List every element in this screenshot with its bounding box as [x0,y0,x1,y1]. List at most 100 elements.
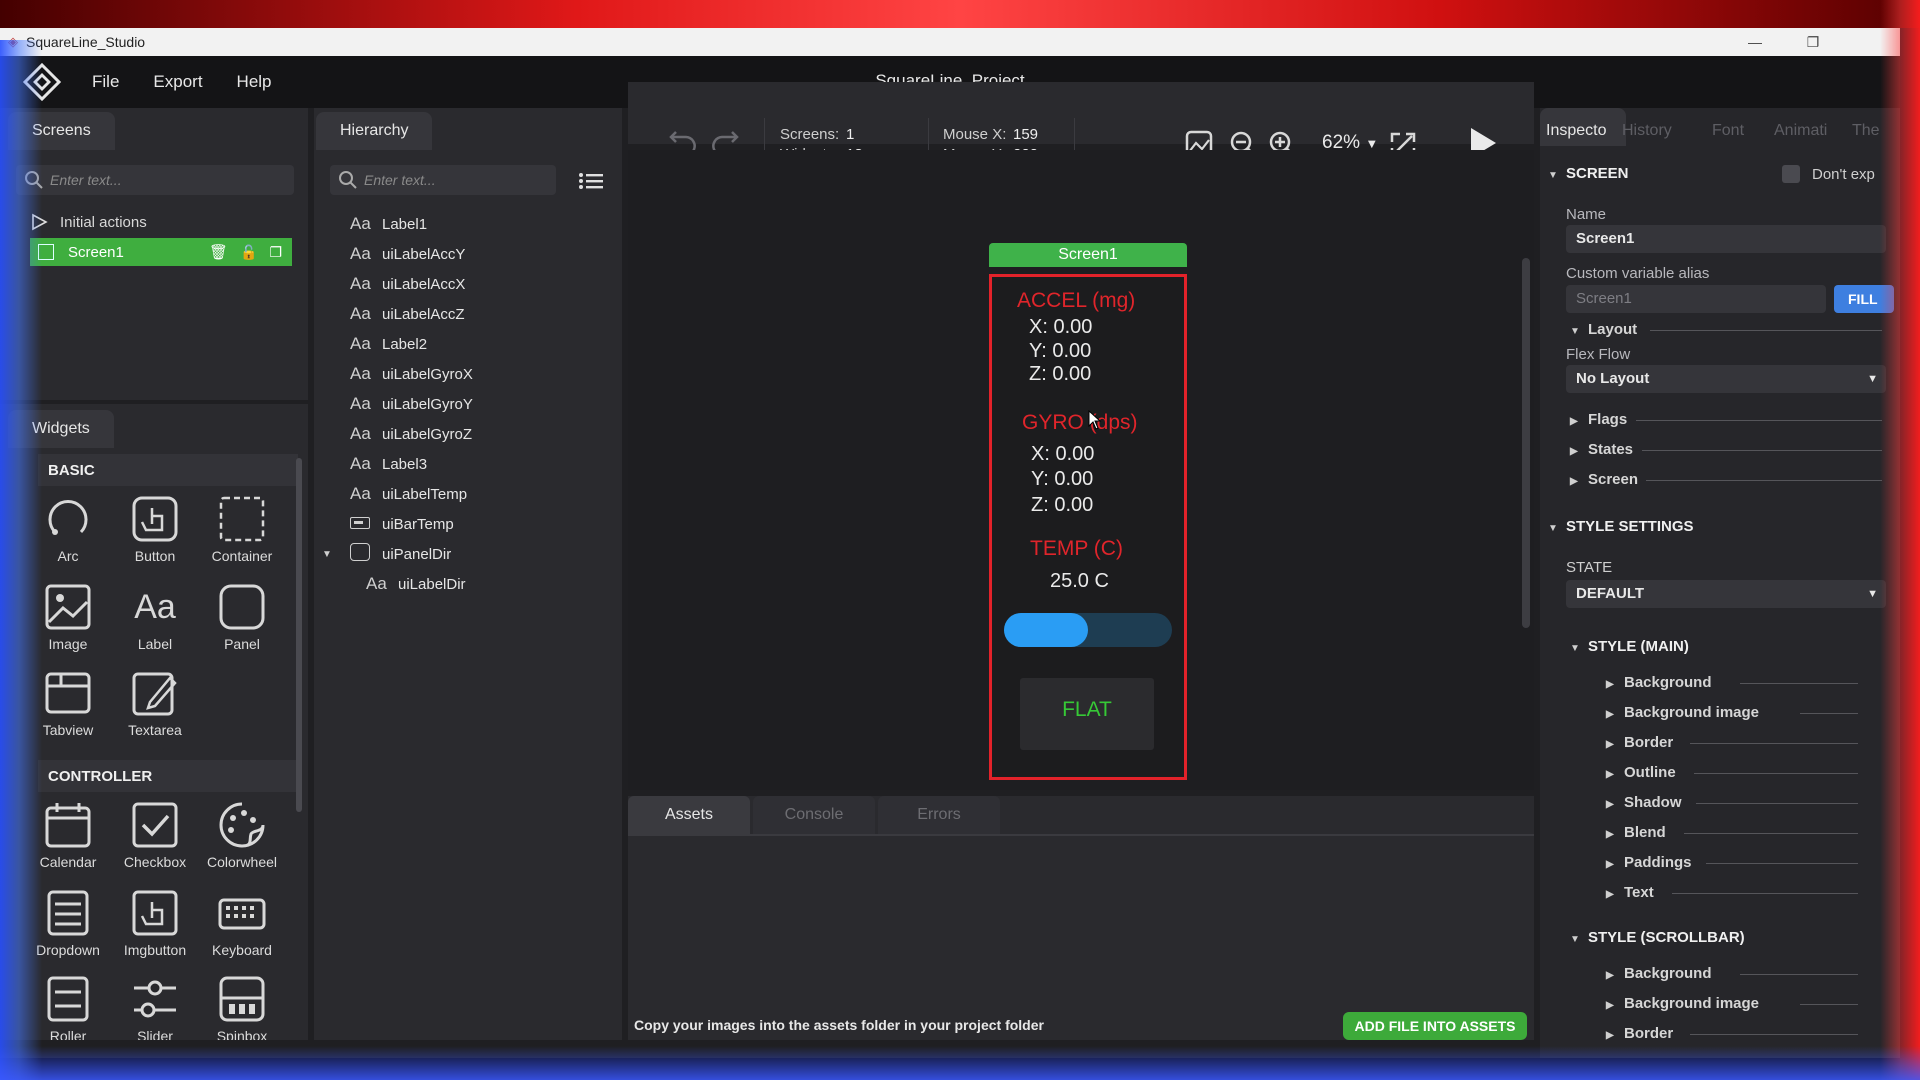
flex-flow-select[interactable]: No Layout ▼ [1566,365,1886,393]
hierarchy-item[interactable]: Aa uiLabelAccY [350,241,465,267]
initial-actions-item[interactable]: Initial actions [30,208,147,236]
accel-x-value[interactable]: X: 0.00 [1029,316,1092,339]
canvas-scrollbar[interactable] [1522,258,1530,628]
hierarchy-item[interactable]: Aa uiLabelGyroX [350,361,473,387]
gyro-y-value[interactable]: Y: 0.00 [1031,468,1093,491]
style-scrollbar-item[interactable]: ▶ Background [1606,965,1712,982]
tab-errors[interactable]: Errors [878,796,1000,834]
widget-calendar[interactable]: Calendar [25,800,111,880]
name-input[interactable]: Screen1 [1566,225,1886,253]
gyro-z-value[interactable]: Z: 0.00 [1031,494,1093,517]
widget-dropdown[interactable]: Dropdown [25,888,111,968]
style-main-item[interactable]: ▶ Paddings [1606,854,1692,871]
style-scrollbar-item[interactable]: ▶ Background image [1606,995,1759,1012]
duplicate-icon[interactable]: ❐ [269,244,282,261]
slider-icon [134,980,176,1018]
style-main-item[interactable]: ▶ Background image [1606,704,1759,721]
restore-button[interactable]: ❐ [1784,34,1842,51]
minimize-button[interactable]: — [1726,34,1784,50]
add-file-into-assets-button[interactable]: ADD FILE INTO ASSETS [1343,1012,1527,1040]
widget-roller[interactable]: Roller [25,974,111,1040]
lock-icon[interactable]: 🔓 [240,244,257,261]
style-main-item[interactable]: ▶ Outline [1606,764,1676,781]
widget-arc[interactable]: Arc [25,494,111,574]
widget-container[interactable]: Container [199,494,285,574]
hierarchy-item[interactable]: ▼ uiPanelDir [322,541,451,567]
widget-imgbutton[interactable]: Imgbutton [112,888,198,968]
expand-arrow-icon[interactable]: ▼ [322,549,350,560]
menu-export[interactable]: Export [153,72,202,92]
menu-file[interactable]: File [92,72,119,92]
style-scrollbar-section[interactable]: ▼ STYLE (SCROLLBAR) [1570,929,1745,946]
hierarchy-item[interactable]: Aa Label2 [350,331,427,357]
hierarchy-item[interactable]: Aa uiLabelDir [366,571,466,597]
dont-export-checkbox[interactable] [1782,165,1800,183]
alias-input[interactable]: Screen1 [1566,285,1826,313]
hierarchy-item[interactable]: Aa Label1 [350,211,427,237]
states-section[interactable]: ▶ States [1570,441,1633,458]
delete-icon[interactable]: 🗑 [209,243,228,261]
tab-hierarchy[interactable]: Hierarchy [316,112,433,150]
style-settings-label: STYLE SETTINGS [1566,518,1694,535]
style-main-section[interactable]: ▼ STYLE (MAIN) [1570,638,1689,655]
widget-spinbox[interactable]: Spinbox [199,974,285,1040]
widget-label[interactable]: Aa Label [112,582,198,662]
flags-section[interactable]: ▶ Flags [1570,411,1627,428]
gyro-x-value[interactable]: X: 0.00 [1031,443,1094,466]
screen-section-header[interactable]: ▼ SCREEN [1548,165,1629,182]
tab-font[interactable]: Font [1712,122,1744,140]
screen-name-tab[interactable]: Screen1 [989,243,1187,267]
widget-panel[interactable]: Panel [199,582,285,662]
screens-search-input[interactable]: Enter text... [16,165,294,195]
hierarchy-item[interactable]: Aa uiLabelTemp [350,481,467,507]
widget-image[interactable]: Image [25,582,111,662]
layout-section[interactable]: ▼ Layout [1570,321,1637,338]
tab-console[interactable]: Console [753,796,875,834]
tab-animation[interactable]: Animati [1774,122,1827,140]
tab-assets[interactable]: Assets [628,796,750,834]
hierarchy-item[interactable]: Aa uiLabelAccZ [350,301,465,327]
style-main-item[interactable]: ▶ Shadow [1606,794,1682,811]
divider-line [1690,743,1858,744]
style-main-item[interactable]: ▶ Text [1606,884,1654,901]
screen-subsection[interactable]: ▶ Screen [1570,471,1638,488]
style-scrollbar-item[interactable]: ▶ Border [1606,1025,1673,1042]
state-select[interactable]: DEFAULT ▼ [1566,580,1886,608]
gyro-title[interactable]: GYRO (dps) [1022,411,1138,435]
accel-z-value[interactable]: Z: 0.00 [1029,363,1091,386]
image-icon [45,584,91,630]
widget-textarea[interactable]: Textarea [112,668,198,748]
list-options-icon[interactable] [578,172,604,190]
tab-inspector[interactable]: Inspecto [1546,122,1606,140]
temp-value[interactable]: 25.0 C [1050,570,1109,593]
style-main-item[interactable]: ▶ Background [1606,674,1712,691]
widget-colorwheel[interactable]: Colorwheel [199,800,285,880]
menu-help[interactable]: Help [237,72,272,92]
widget-button[interactable]: Button [112,494,198,574]
style-main-item[interactable]: ▶ Blend [1606,824,1666,841]
tab-history[interactable]: History [1622,122,1672,140]
hierarchy-item[interactable]: uiBarTemp [350,511,454,537]
hierarchy-item[interactable]: Aa Label3 [350,451,427,477]
tab-themes[interactable]: The [1852,122,1880,140]
accel-y-value[interactable]: Y: 0.00 [1029,340,1091,363]
temp-title[interactable]: TEMP (C) [1030,537,1123,561]
style-settings-header[interactable]: ▼ STYLE SETTINGS [1548,518,1694,535]
screen-list-item-screen1[interactable]: Screen1 🗑 🔓 ❐ [30,238,292,266]
widget-keyboard[interactable]: Keyboard [199,888,285,968]
fill-button[interactable]: FILL [1834,285,1894,313]
widget-checkbox[interactable]: Checkbox [112,800,198,880]
hierarchy-item[interactable]: Aa uiLabelAccX [350,271,465,297]
hierarchy-search-input[interactable]: Enter text... [330,165,556,195]
tab-screens[interactable]: Screens [8,112,115,150]
hierarchy-item[interactable]: Aa uiLabelGyroZ [350,421,472,447]
mouse-x-label: Mouse X: [943,126,1007,143]
style-main-item[interactable]: ▶ Border [1606,734,1673,751]
widget-slider[interactable]: Slider [112,974,198,1040]
widgets-scrollbar[interactable] [296,458,302,812]
tab-widgets[interactable]: Widgets [8,410,114,448]
widget-tabview[interactable]: Tabview [25,668,111,748]
direction-label[interactable]: FLAT [1020,698,1154,722]
hierarchy-item[interactable]: Aa uiLabelGyroY [350,391,473,417]
accel-title[interactable]: ACCEL (mg) [1017,289,1135,313]
